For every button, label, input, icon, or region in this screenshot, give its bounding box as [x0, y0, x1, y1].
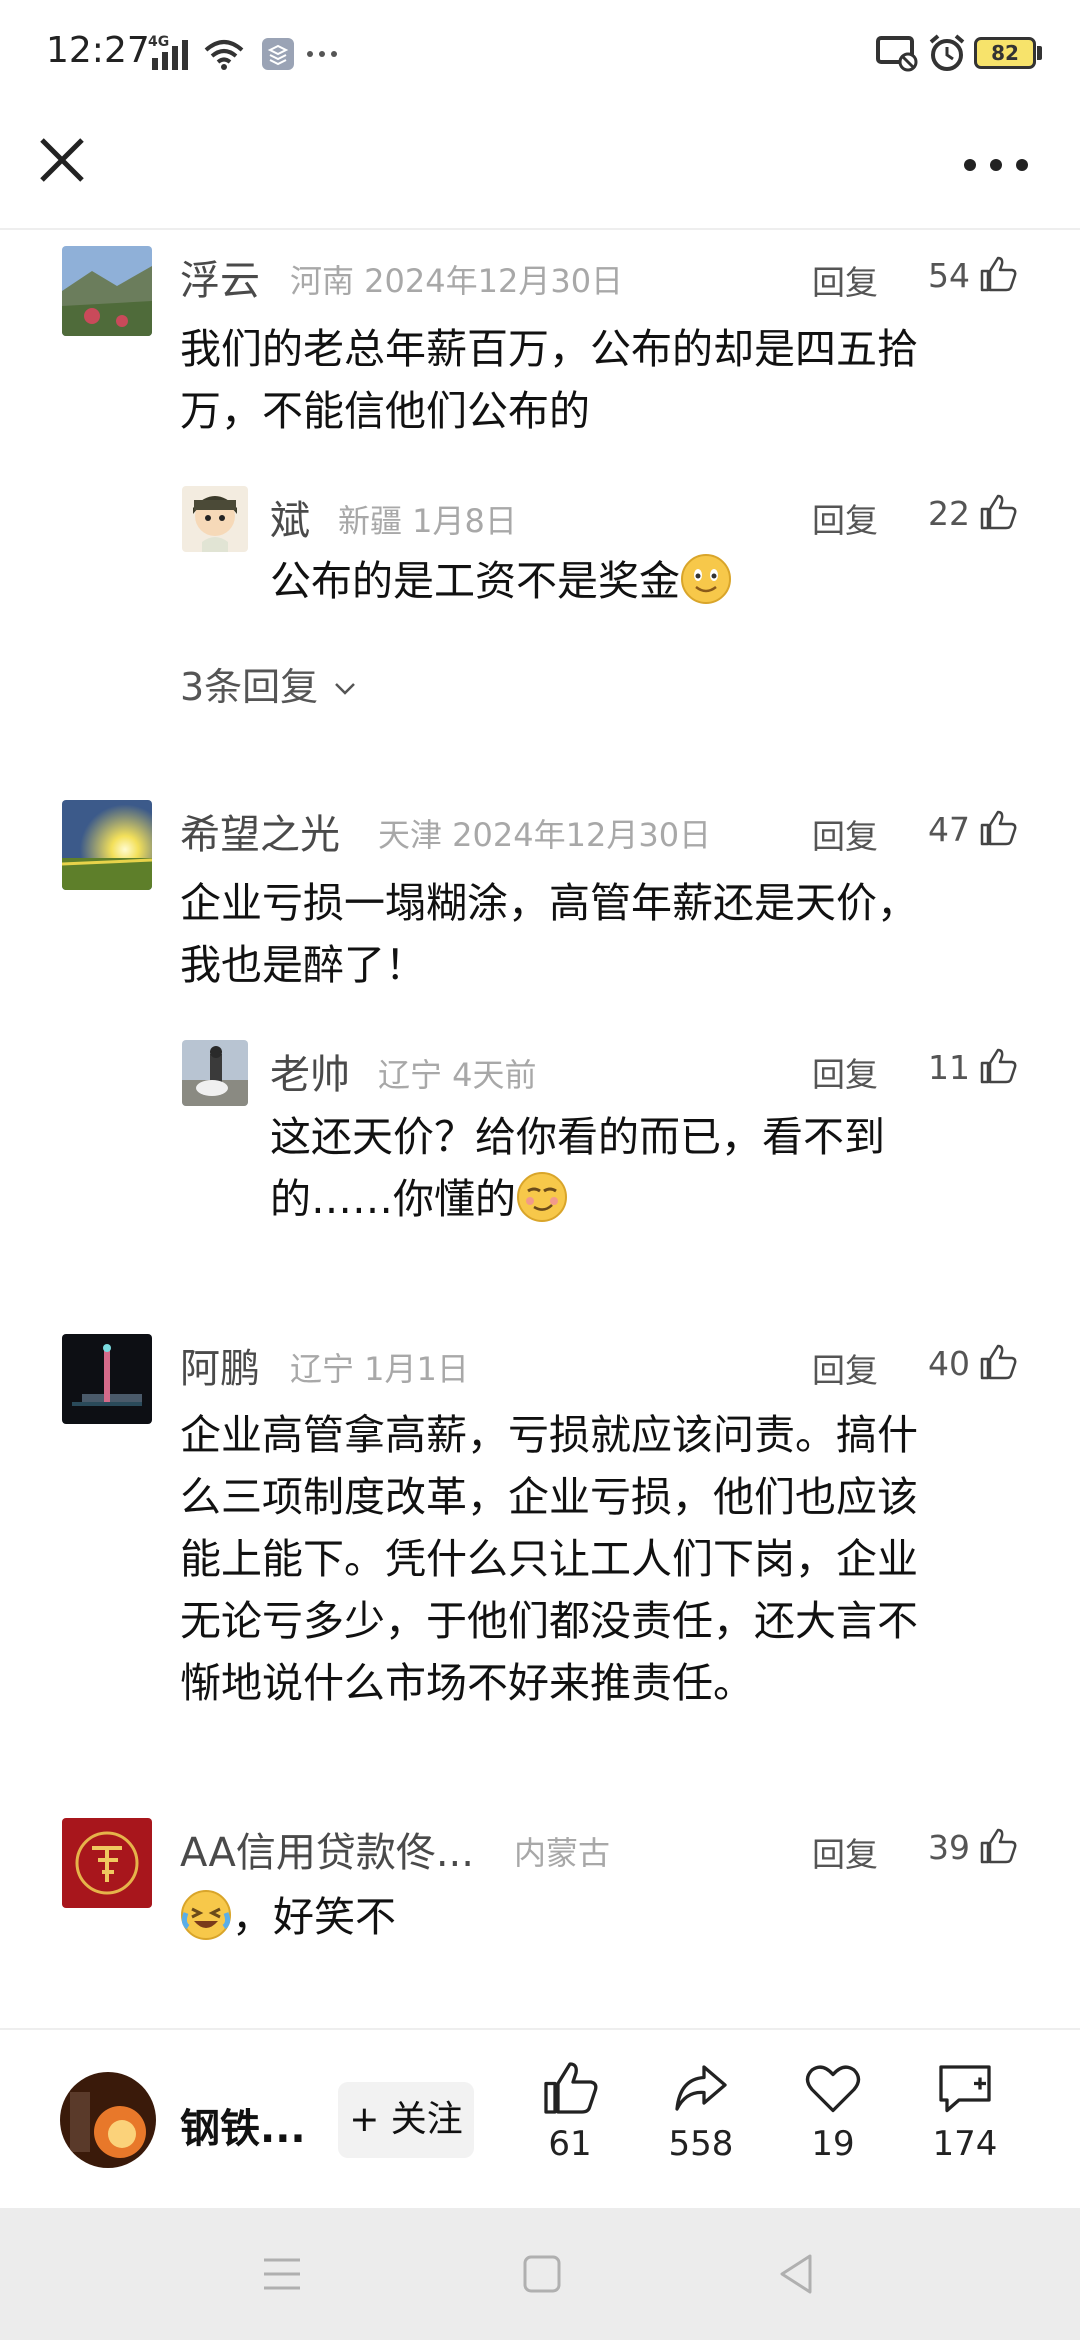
like-total: 61 [548, 2124, 592, 2164]
comment-location-date: 辽宁 1月1日 [290, 1350, 469, 1388]
battery-tip [1037, 46, 1042, 60]
thumbs-up-icon[interactable] [978, 492, 1018, 532]
like-count: 22 [928, 494, 970, 533]
like-count: 39 [928, 1828, 970, 1867]
avatar[interactable] [62, 246, 152, 336]
thumbs-up-icon[interactable] [978, 1342, 1018, 1382]
comment-location-date: 天津 2024年12月30日 [378, 816, 712, 854]
reply-button[interactable]: 回复 [812, 1048, 878, 1096]
favorite-total: 19 [811, 2124, 855, 2164]
status-bar: 12:27 4G 82 [0, 0, 1080, 110]
comment-username[interactable]: 浮云 [180, 248, 260, 306]
smirk-emoji-icon [517, 1172, 567, 1222]
reply-button[interactable]: 回复 [812, 1828, 878, 1876]
reply-button[interactable]: 回复 [812, 810, 878, 858]
comment-location-date: 河南 2024年12月30日 [290, 262, 624, 300]
reply-button[interactable]: 回复 [812, 1344, 878, 1392]
thumbs-up-icon [544, 2062, 598, 2114]
reply-button[interactable]: 回复 [812, 494, 878, 542]
avatar[interactable] [62, 800, 152, 890]
screen-cast-icon [876, 36, 918, 72]
comment-username[interactable]: 阿鹏 [180, 1336, 260, 1394]
follow-button[interactable]: + 关注 [338, 2082, 474, 2158]
like-action[interactable]: 61 [520, 2058, 620, 2164]
expand-replies-button[interactable]: 3条回复 [180, 656, 360, 711]
signal-icon [152, 40, 188, 70]
comment-total: 174 [932, 2124, 998, 2164]
reply-button[interactable]: 回复 [812, 256, 878, 304]
heart-icon [805, 2065, 861, 2113]
like-count: 40 [928, 1344, 970, 1383]
share-total: 558 [668, 2124, 734, 2164]
avatar[interactable] [62, 1818, 152, 1908]
thumbs-up-icon[interactable] [978, 808, 1018, 848]
status-time: 12:27 [46, 30, 150, 71]
top-nav-bar [0, 110, 1080, 230]
close-icon[interactable] [30, 128, 94, 192]
more-notifications-icon [307, 51, 337, 57]
reply-username[interactable]: 斌 [270, 488, 310, 546]
reply-avatar[interactable] [182, 1040, 248, 1106]
app-notification-icon [262, 38, 294, 70]
home-icon[interactable] [522, 2254, 562, 2294]
battery-indicator: 82 [974, 37, 1036, 69]
author-name[interactable]: 钢铁... [180, 2096, 306, 2154]
thumbs-up-icon[interactable] [978, 254, 1018, 294]
comment-text: 我们的老总年薪百万，公布的却是四五拾 万，不能信他们公布的 [180, 325, 918, 435]
chevron-down-icon [335, 683, 356, 695]
comment-username[interactable]: 希望之光 [180, 802, 340, 860]
laughing-crying-emoji-icon [181, 1890, 231, 1940]
share-arrow-icon [675, 2065, 727, 2111]
menu-icon[interactable] [262, 2256, 302, 2292]
reply-username[interactable]: 老帅 [270, 1042, 350, 1100]
reply-text: 公布的是工资不是奖金 [270, 550, 732, 612]
thumbs-up-icon[interactable] [978, 1046, 1018, 1086]
alarm-icon [929, 34, 965, 71]
like-count: 11 [928, 1048, 970, 1087]
thumbs-up-icon[interactable] [978, 1826, 1018, 1866]
share-action[interactable]: 558 [651, 2058, 751, 2164]
author-avatar[interactable] [60, 2072, 156, 2168]
comment-action[interactable]: 174 [915, 2058, 1015, 2164]
more-dots-icon[interactable] [956, 140, 1036, 190]
comment-location-date: 内蒙古 [514, 1834, 611, 1872]
comment-username[interactable]: AA信用贷款佟... [180, 1820, 474, 1878]
smile-emoji-icon [681, 554, 731, 604]
comment-text: 企业亏损一塌糊涂，高管年薪还是天价， 我也是醉了！ [180, 879, 918, 989]
wifi-icon [204, 40, 244, 70]
comment-text: ，好笑不 [180, 1886, 396, 1948]
reply-location-date: 新疆 1月8日 [338, 502, 517, 540]
reply-location-date: 辽宁 4天前 [378, 1056, 537, 1094]
back-icon[interactable] [776, 2252, 816, 2296]
favorite-action[interactable]: 19 [783, 2058, 883, 2164]
reply-text: 这还天价？给你看的而已，看不到 的……你懂的 [270, 1113, 885, 1223]
comment-text: 企业高管拿高薪，亏损就应该问责。搞什 么三项制度改革，企业亏损，他们也应该 能上… [180, 1411, 918, 1707]
system-navigation-bar [0, 2208, 1080, 2340]
avatar[interactable] [62, 1334, 152, 1424]
bottom-action-bar: 钢铁... + 关注 61 558 19 174 [0, 2028, 1080, 2208]
like-count: 47 [928, 810, 970, 849]
comment-add-icon [939, 2065, 991, 2113]
like-count: 54 [928, 256, 970, 295]
reply-avatar[interactable] [182, 486, 248, 552]
